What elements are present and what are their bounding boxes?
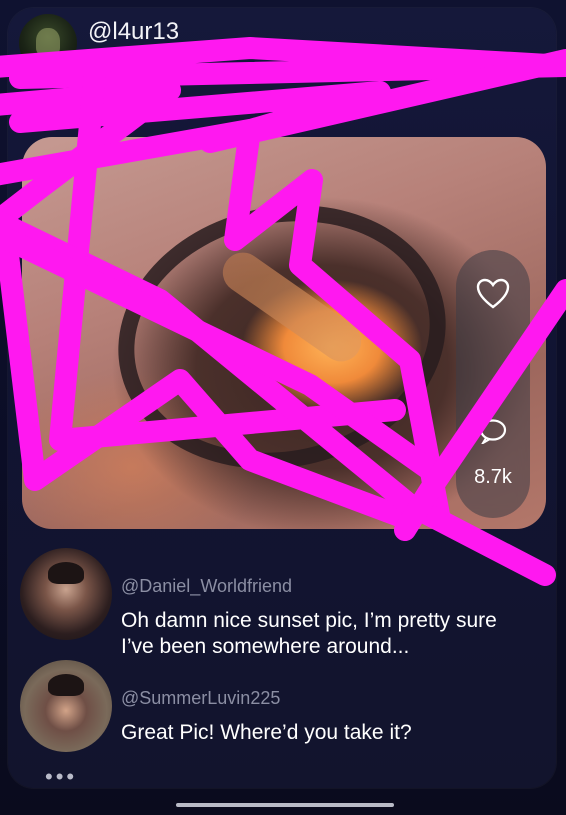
avatar[interactable] bbox=[20, 660, 112, 752]
app-screen: @l4ur13 stew 8.7k @Daniel_Worldfriend Oh… bbox=[0, 0, 566, 815]
comment-handle[interactable]: @SummerLuvin225 bbox=[121, 688, 280, 709]
comment-text: Oh damn nice sunset pic, I’m pretty sure… bbox=[121, 609, 497, 658]
home-indicator[interactable] bbox=[176, 803, 394, 807]
action-pill: 8.7k bbox=[456, 250, 530, 518]
post-caption: stew bbox=[18, 94, 64, 119]
comment-bubble-icon[interactable] bbox=[478, 418, 508, 444]
poster-avatar[interactable] bbox=[19, 14, 77, 72]
avatar-hair bbox=[48, 674, 84, 696]
comment-count: 8.7k bbox=[474, 466, 512, 488]
comment-handle[interactable]: @Daniel_Worldfriend bbox=[121, 576, 292, 597]
comment-item[interactable]: @SummerLuvin225 Great Pic! Where’d you t… bbox=[20, 660, 540, 760]
photo-bowl bbox=[93, 175, 471, 499]
avatar-hair bbox=[48, 562, 84, 584]
heart-icon[interactable] bbox=[476, 278, 510, 310]
poster-username[interactable]: @l4ur13 bbox=[88, 18, 179, 46]
avatar[interactable] bbox=[20, 548, 112, 640]
comment-item[interactable]: @Daniel_Worldfriend Oh damn nice sunset … bbox=[20, 548, 540, 658]
comment-text: Great Pic! Where’d you take it? bbox=[121, 721, 412, 744]
more-dots-icon[interactable]: ••• bbox=[45, 764, 77, 790]
avatar-figure bbox=[36, 28, 60, 56]
